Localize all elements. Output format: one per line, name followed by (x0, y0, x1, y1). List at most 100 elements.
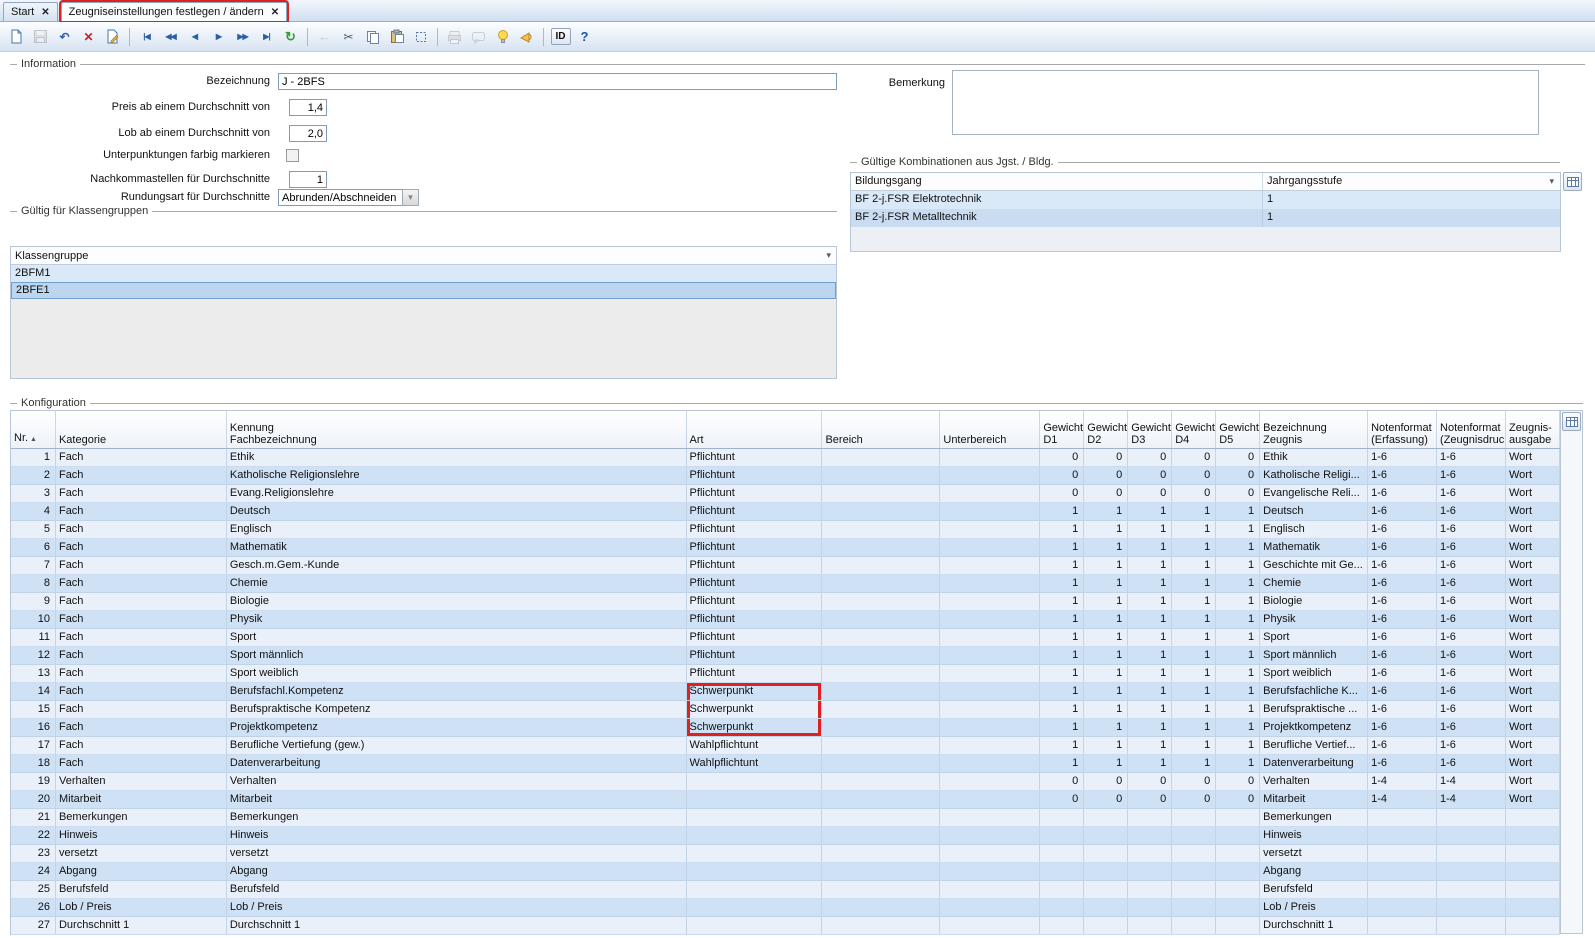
save-icon[interactable] (29, 25, 52, 48)
table-row[interactable]: 24AbgangAbgangAbgang (11, 863, 1560, 881)
cell-bereich (822, 611, 940, 629)
print-icon[interactable] (443, 25, 466, 48)
delete-icon[interactable]: ✕ (77, 25, 100, 48)
cell-gewicht-d5: 1 (1216, 737, 1260, 755)
preis-input[interactable] (289, 99, 327, 116)
klassengruppe-column-header[interactable]: Klassengruppe ▾ (11, 247, 836, 265)
cell-kategorie: Abgang (56, 863, 227, 881)
table-row[interactable]: 15FachBerufspraktische KompetenzSchwerpu… (11, 701, 1560, 719)
unterpunktungen-checkbox[interactable] (286, 149, 299, 162)
table-row[interactable]: BF 2-j.FSR Metalltechnik1 (851, 209, 1560, 227)
table-row[interactable]: 11FachSportPflichtunt11111Sport1-61-6Wor… (11, 629, 1560, 647)
tab-start[interactable]: Start✕ (3, 2, 58, 21)
column-header-art[interactable]: Art (687, 411, 823, 448)
nachkommastellen-input[interactable] (289, 171, 327, 188)
cell-notenformat-erfassung: 1-6 (1368, 665, 1437, 683)
bemerkung-textarea[interactable] (952, 70, 1539, 135)
paste-icon[interactable] (385, 25, 408, 48)
table-row[interactable]: 1FachEthikPflichtunt00000Ethik1-61-6Wort (11, 449, 1560, 467)
cell-nr: 23 (11, 845, 56, 863)
column-header-bildungsgang[interactable]: Bildungsgang (851, 173, 1263, 190)
table-row[interactable]: 19VerhaltenVerhalten00000Verhalten1-41-4… (11, 773, 1560, 791)
table-row[interactable]: 21BemerkungenBemerkungenBemerkungen (11, 809, 1560, 827)
column-header-gewicht-d3[interactable]: GewichtD3 (1128, 411, 1172, 448)
notify-horn-icon[interactable] (515, 25, 538, 48)
column-header-gewicht-d2[interactable]: GewichtD2 (1084, 411, 1128, 448)
table-row[interactable]: 18FachDatenverarbeitungWahlpflichtunt111… (11, 755, 1560, 773)
table-row[interactable]: 23versetztversetztversetzt (11, 845, 1560, 863)
edit-icon[interactable] (101, 25, 124, 48)
table-row[interactable]: 9FachBiologiePflichtunt11111Biologie1-61… (11, 593, 1560, 611)
cell-gewicht-d2: 0 (1084, 485, 1128, 503)
copy-icon[interactable] (361, 25, 384, 48)
table-row[interactable]: 22HinweisHinweisHinweis (11, 827, 1560, 845)
column-header-zeugnisausgabe[interactable]: Zeugnis-ausgabe (1506, 411, 1560, 448)
table-row[interactable]: 7FachGesch.m.Gem.-KundePflichtunt11111Ge… (11, 557, 1560, 575)
nav-fast-next-icon[interactable]: ▶▶ (231, 25, 254, 48)
filter-dropdown-icon[interactable]: ▾ (1547, 173, 1556, 190)
lob-input[interactable] (289, 125, 327, 142)
konfiguration-column-chooser-button[interactable] (1562, 412, 1581, 431)
table-row[interactable]: 14FachBerufsfachl.KompetenzSchwerpunkt11… (11, 683, 1560, 701)
column-header-gewicht-d1[interactable]: GewichtD1 (1040, 411, 1084, 448)
tab-close-icon[interactable]: ✕ (41, 7, 49, 18)
bezeichnung-input[interactable] (278, 73, 837, 90)
column-header-notenformat-erfassung[interactable]: Notenformat(Erfassung) (1368, 411, 1437, 448)
help-icon[interactable]: ? (573, 25, 596, 48)
table-row[interactable]: 26Lob / PreisLob / PreisLob / Preis (11, 899, 1560, 917)
table-row[interactable]: 3FachEvang.ReligionslehrePflichtunt00000… (11, 485, 1560, 503)
column-header-notenformat-zeugnisdruck[interactable]: Notenformat(Zeugnisdruck) (1437, 411, 1506, 448)
column-header-kennung-fachbezeichnung[interactable]: KennungFachbezeichnung (227, 411, 687, 448)
nav-last-icon[interactable]: ▶| (255, 25, 278, 48)
table-row[interactable]: 5FachEnglischPflichtunt11111Englisch1-61… (11, 521, 1560, 539)
nav-fast-prev-icon[interactable]: ◀◀ (159, 25, 182, 48)
table-row[interactable]: 16FachProjektkompetenzSchwerpunkt11111Pr… (11, 719, 1560, 737)
cell-zeugnisausgabe: Wort (1506, 737, 1560, 755)
table-row[interactable]: BF 2-j.FSR Elektrotechnik1 (851, 191, 1560, 209)
comment-icon[interactable] (467, 25, 490, 48)
column-header-nr[interactable]: Nr. ▲ (11, 411, 56, 448)
table-row[interactable]: 2FachKatholische ReligionslehrePflichtun… (11, 467, 1560, 485)
table-row[interactable]: 6FachMathematikPflichtunt11111Mathematik… (11, 539, 1560, 557)
cut-icon[interactable]: ✂ (337, 25, 360, 48)
cell-nr: 27 (11, 917, 56, 935)
column-header-gewicht-d4[interactable]: GewichtD4 (1172, 411, 1216, 448)
undo-icon[interactable]: ↶ (53, 25, 76, 48)
nav-first-icon[interactable]: |◀ (135, 25, 158, 48)
column-header-bereich[interactable]: Bereich (822, 411, 940, 448)
table-row[interactable]: 25BerufsfeldBerufsfeldBerufsfeld (11, 881, 1560, 899)
table-row[interactable]: 17FachBerufliche Vertiefung (gew.)Wahlpf… (11, 737, 1560, 755)
column-header-gewicht-d5[interactable]: GewichtD5 (1216, 411, 1260, 448)
table-row[interactable]: 8FachChemiePflichtunt11111Chemie1-61-6Wo… (11, 575, 1560, 593)
cell-gewicht-d1 (1040, 809, 1084, 827)
table-row[interactable]: 10FachPhysikPflichtunt11111Physik1-61-6W… (11, 611, 1560, 629)
kombinationen-column-chooser-button[interactable] (1563, 172, 1582, 191)
nav-next-icon[interactable]: ▶ (207, 25, 230, 48)
back-icon[interactable]: ← (313, 25, 336, 48)
tab-zeugniseinstellungen-festlegen-ndern[interactable]: Zeugniseinstellungen festlegen / ändern✕ (61, 2, 287, 21)
nav-prev-icon[interactable]: ◀ (183, 25, 206, 48)
table-row[interactable]: 13FachSport weiblichPflichtunt11111Sport… (11, 665, 1560, 683)
table-row[interactable]: 20MitarbeitMitarbeit00000Mitarbeit1-41-4… (11, 791, 1560, 809)
cell-gewicht-d5: 1 (1216, 557, 1260, 575)
table-row[interactable]: 12FachSport männlichPflichtunt11111Sport… (11, 647, 1560, 665)
cell-notenformat-zeugnisdruck: 1-6 (1437, 503, 1506, 521)
filter-dropdown-icon[interactable]: ▾ (824, 250, 833, 261)
list-item[interactable]: 2BFE1 (11, 282, 836, 299)
list-item[interactable]: 2BFM1 (11, 265, 836, 282)
tab-close-icon[interactable]: ✕ (271, 7, 279, 18)
cell-gewicht-d4: 0 (1172, 773, 1216, 791)
hint-bulb-icon[interactable] (491, 25, 514, 48)
table-row[interactable]: 4FachDeutschPflichtunt11111Deutsch1-61-6… (11, 503, 1560, 521)
id-button[interactable]: ID (549, 25, 572, 48)
column-header-jahrgangsstufe[interactable]: Jahrgangsstufe ▾ (1263, 173, 1560, 190)
selection-icon[interactable] (409, 25, 432, 48)
new-document-icon[interactable] (5, 25, 28, 48)
refresh-icon[interactable]: ↻ (279, 25, 302, 48)
column-header-unterbereich[interactable]: Unterbereich (940, 411, 1040, 448)
cell-kennung-fachbezeichnung: Gesch.m.Gem.-Kunde (227, 557, 687, 575)
column-header-bezeichnung-zeugnis[interactable]: BezeichnungZeugnis (1260, 411, 1368, 448)
cell-zeugnisausgabe: Wort (1506, 755, 1560, 773)
column-header-kategorie[interactable]: Kategorie (56, 411, 227, 448)
table-row[interactable]: 27Durchschnitt 1Durchschnitt 1Durchschni… (11, 917, 1560, 935)
